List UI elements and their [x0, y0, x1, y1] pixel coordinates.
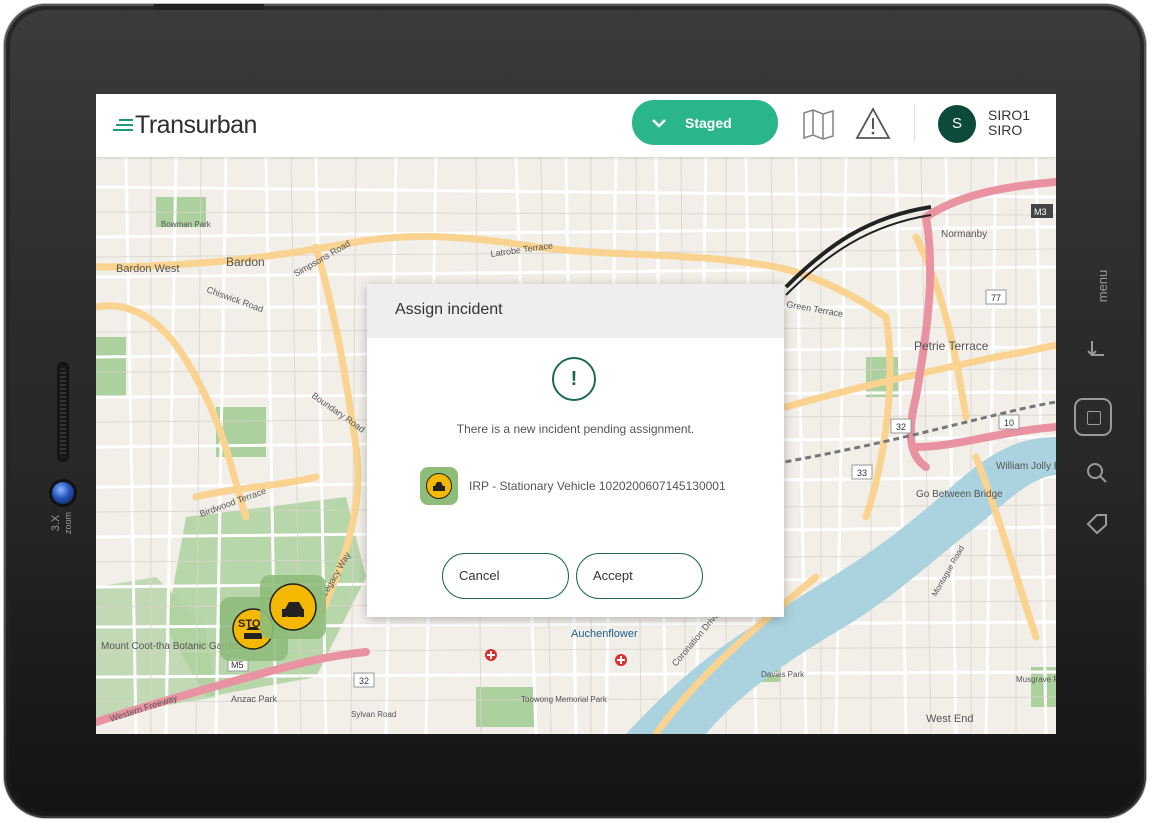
power-button	[154, 4, 264, 10]
user-name: SIRO1	[988, 107, 1031, 123]
logo-mark-icon	[113, 115, 133, 135]
accept-button[interactable]: Accept	[576, 553, 703, 599]
assign-incident-dialog: Assign incident ! There is a new inciden…	[367, 284, 784, 617]
user-role: SIRO	[988, 122, 1023, 138]
map-label: Davies Park	[761, 670, 805, 679]
map-label: Anzac Park	[231, 694, 278, 704]
logo-text: Transurban	[135, 110, 257, 139]
menu-label: menu	[1095, 269, 1110, 303]
map-label: Bardon	[226, 255, 265, 269]
map-label: Auchenflower	[571, 628, 638, 640]
back-arrow-icon[interactable]	[1082, 337, 1112, 367]
transurban-logo: Transurban	[113, 109, 257, 141]
app-header: Transurban Staged S SIRO1 SIRO	[96, 94, 1056, 157]
map-label: Bowman Park	[161, 220, 212, 229]
car-icon	[433, 482, 445, 491]
map-icon[interactable]	[801, 106, 837, 142]
warning-icon[interactable]	[855, 106, 891, 142]
status-label: Staged	[685, 114, 732, 131]
route-badge: 10	[1004, 418, 1014, 428]
map-label: Normanby	[941, 229, 987, 240]
speaker-grille	[57, 362, 69, 462]
map-label: Go Between Bridge	[916, 489, 1003, 500]
route-badge: 32	[359, 676, 369, 686]
route-badge: 32	[896, 422, 906, 432]
route-badge: M5	[231, 660, 244, 670]
map-label: Musgrave Park	[1016, 675, 1056, 684]
incident-description: IRP - Stationary Vehicle 102020060714513…	[469, 479, 726, 493]
map-label: West End	[926, 713, 974, 725]
avatar[interactable]: S	[938, 105, 976, 143]
dialog-title: Assign incident	[395, 301, 503, 318]
map-label: Toowong Memorial Park	[521, 695, 608, 704]
map-label: Petrie Terrace	[914, 339, 989, 353]
camera-icon	[52, 482, 74, 504]
incident-marker-car[interactable]	[260, 575, 326, 639]
status-dropdown-button[interactable]: Staged	[632, 100, 778, 145]
home-shape-icon[interactable]	[1082, 511, 1112, 541]
alert-circle-icon: !	[552, 357, 596, 401]
map-label: Bardon West	[116, 263, 179, 275]
route-badge: M3	[1034, 207, 1047, 217]
map-label: William Jolly Bridge	[996, 461, 1056, 472]
dialog-message: There is a new incident pending assignme…	[456, 422, 695, 436]
cancel-button[interactable]: Cancel	[442, 553, 569, 599]
home-button[interactable]	[1074, 398, 1112, 436]
chevron-down-icon	[652, 118, 666, 128]
zoom-label: 3.X zoom	[50, 512, 73, 535]
route-badge: 33	[857, 468, 867, 478]
app-screen: Bardon Bardon West Chiswick Road Simpson…	[96, 94, 1056, 734]
incident-type-icon	[420, 467, 458, 505]
header-divider	[914, 104, 915, 142]
search-icon[interactable]	[1082, 460, 1112, 490]
dialog-header: Assign incident	[367, 284, 784, 338]
route-badge: 77	[991, 293, 1001, 303]
map-label: Sylvan Road	[351, 710, 396, 719]
